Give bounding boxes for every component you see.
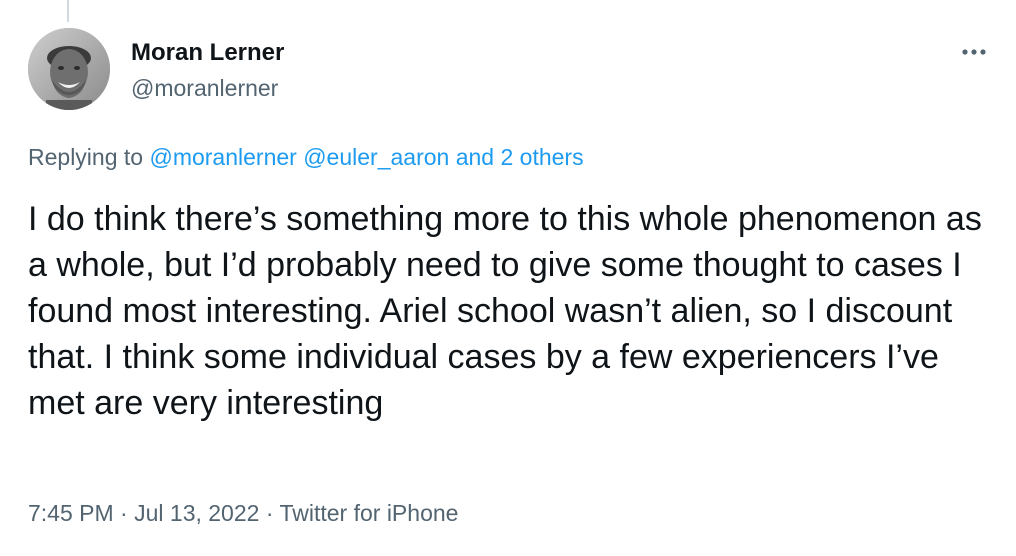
meta-separator: · xyxy=(113,500,135,526)
thread-connector-line xyxy=(67,0,69,22)
replying-to-prefix: Replying to xyxy=(28,144,150,170)
meta-separator-2: · xyxy=(259,500,280,526)
tweet-source[interactable]: Twitter for iPhone xyxy=(279,500,458,526)
more-options-button[interactable] xyxy=(956,38,996,66)
mention-link-moranlerner[interactable]: @moranlerner xyxy=(149,144,296,170)
tweet-time[interactable]: 7:45 PM xyxy=(28,500,114,526)
replying-to-line: Replying to @moranlerner @euler_aaron an… xyxy=(28,142,584,172)
author-avatar[interactable] xyxy=(28,28,110,110)
tweet-date[interactable]: Jul 13, 2022 xyxy=(134,500,259,526)
mention-link-euler-aaron[interactable]: @euler_aaron xyxy=(303,144,449,170)
avatar-photo-icon xyxy=(28,28,110,110)
author-handle[interactable]: @moranlerner xyxy=(131,73,278,103)
tweet-text: I do think there’s something more to thi… xyxy=(28,200,982,422)
author-name[interactable]: Moran Lerner xyxy=(131,38,284,68)
more-options-icon xyxy=(962,49,986,55)
mention-link-others[interactable]: and 2 others xyxy=(456,144,584,170)
tweet-metadata: 7:45 PM · Jul 13, 2022 · Twitter for iPh… xyxy=(28,498,458,528)
